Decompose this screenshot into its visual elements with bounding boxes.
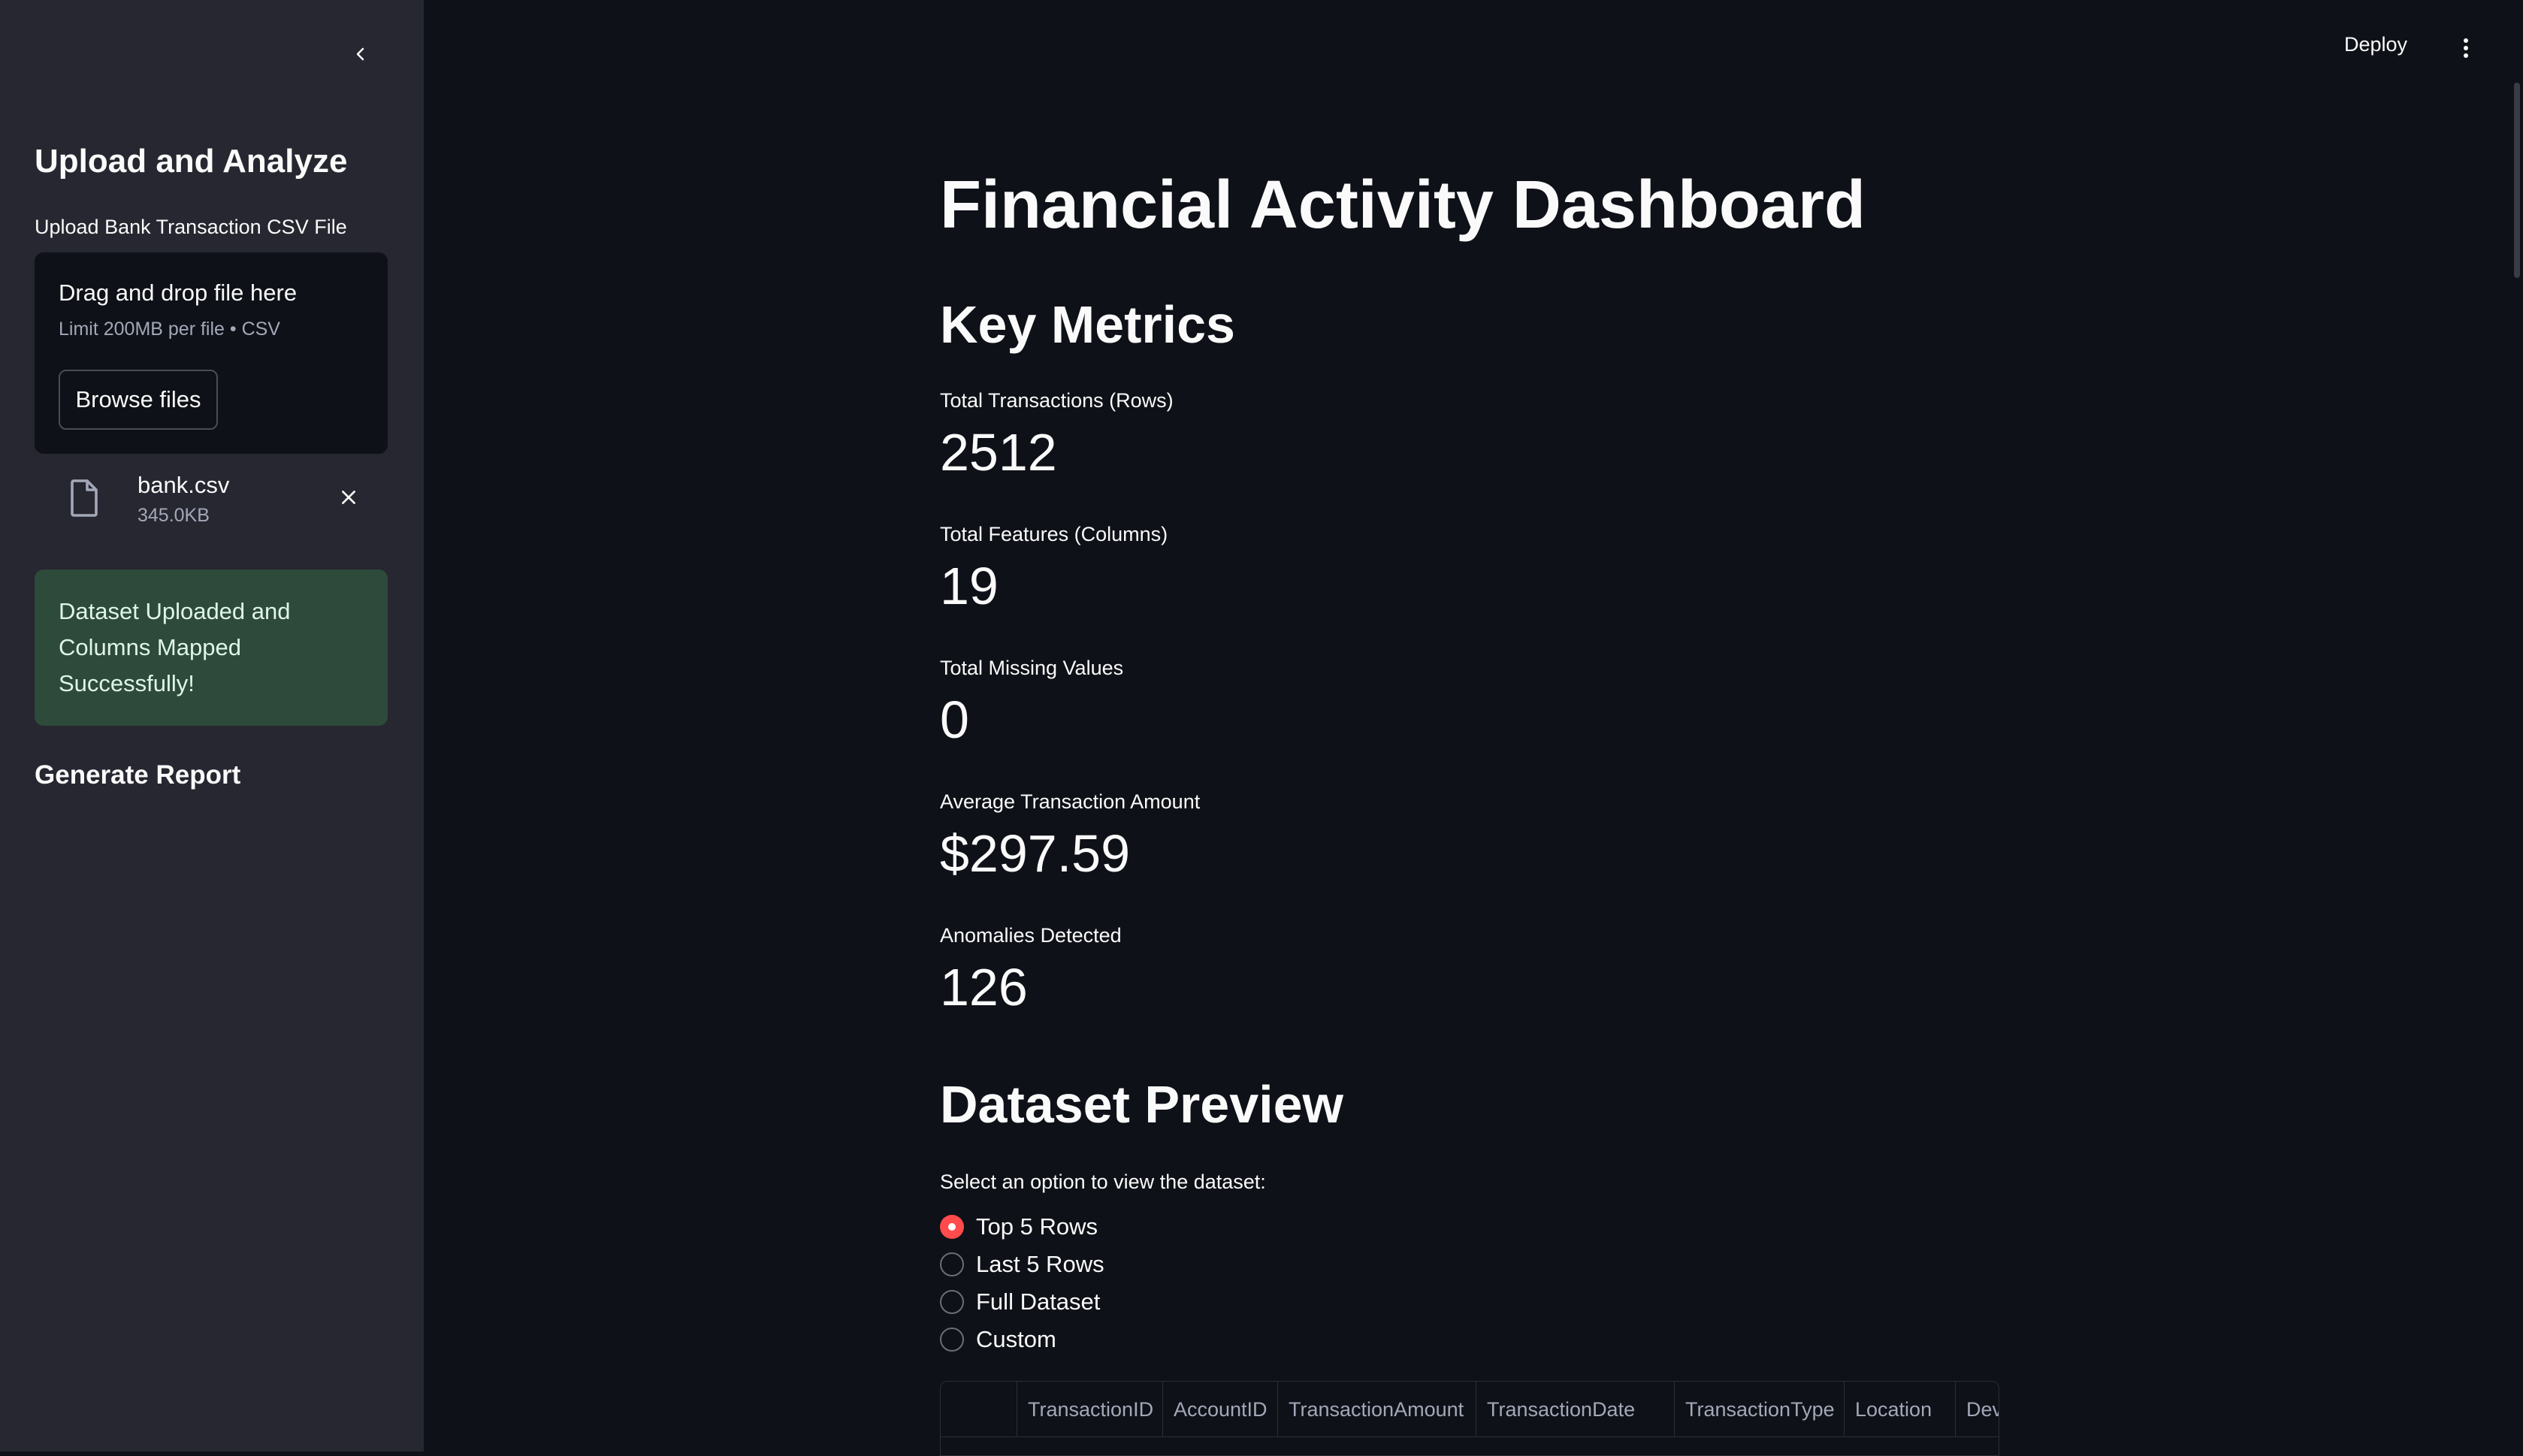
generate-report-heading: Generate Report (35, 760, 241, 790)
radio-top-5-rows[interactable]: Top 5 Rows (940, 1212, 1098, 1242)
radio-prompt: Select an option to view the dataset: (940, 1171, 1266, 1193)
success-alert: Dataset Uploaded and Columns Mapped Succ… (35, 569, 388, 726)
sidebar: Upload and Analyze Upload Bank Transacti… (0, 0, 424, 1451)
column-header-transactiondate[interactable]: TransactionDate (1476, 1382, 1675, 1437)
more-vertical-icon[interactable] (2451, 33, 2481, 63)
column-header-index[interactable] (941, 1382, 1017, 1437)
dataset-table[interactable]: TransactionID AccountID TransactionAmoun… (940, 1381, 1999, 1456)
metric-label-anomalies: Anomalies Detected (940, 924, 1122, 947)
radio-label: Top 5 Rows (976, 1213, 1098, 1240)
column-header-transactionid[interactable]: TransactionID (1017, 1382, 1163, 1437)
key-metrics-heading: Key Metrics (940, 295, 1235, 354)
column-header-transactionamount[interactable]: TransactionAmount (1278, 1382, 1476, 1437)
radio-label: Custom (976, 1326, 1056, 1352)
chevron-left-icon[interactable] (346, 39, 376, 69)
metric-label-average-amount: Average Transaction Amount (940, 790, 1201, 813)
file-name: bank.csv (137, 472, 230, 498)
metric-value-anomalies: 126 (940, 958, 1028, 1016)
table-header-row: TransactionID AccountID TransactionAmoun… (941, 1382, 1999, 1437)
close-icon[interactable] (334, 482, 364, 512)
upload-label: Upload Bank Transaction CSV File (35, 216, 347, 238)
radio-full-dataset[interactable]: Full Dataset (940, 1287, 1100, 1317)
radio-custom[interactable]: Custom (940, 1325, 1056, 1355)
page-title: Financial Activity Dashboard (940, 168, 1866, 243)
sidebar-title: Upload and Analyze (35, 143, 348, 180)
dropzone-limit-text: Limit 200MB per file • CSV (59, 319, 280, 340)
column-header-location[interactable]: Location (1845, 1382, 1956, 1437)
column-header-transactiontype[interactable]: TransactionType (1675, 1382, 1845, 1437)
deploy-button[interactable]: Deploy (2344, 33, 2407, 56)
success-message: Dataset Uploaded and Columns Mapped Succ… (59, 598, 291, 696)
radio-button[interactable] (940, 1290, 964, 1314)
metric-label-missing-values: Total Missing Values (940, 657, 1124, 679)
dataset-preview-heading: Dataset Preview (940, 1075, 1343, 1134)
radio-button-checked[interactable] (940, 1215, 964, 1239)
metric-label-total-transactions: Total Transactions (Rows) (940, 389, 1174, 412)
radio-label: Full Dataset (976, 1288, 1101, 1315)
metric-label-total-features: Total Features (Columns) (940, 523, 1168, 545)
file-icon (66, 478, 102, 518)
radio-button[interactable] (940, 1328, 964, 1352)
metric-value-average-amount: $297.59 (940, 824, 1131, 883)
column-header-accountid[interactable]: AccountID (1163, 1382, 1278, 1437)
uploaded-file-row: bank.csv 345.0KB (35, 466, 388, 541)
column-header-device-truncated[interactable]: Dev (1956, 1382, 1999, 1437)
dropzone-title: Drag and drop file here (59, 279, 298, 306)
radio-label: Last 5 Rows (976, 1251, 1104, 1277)
scrollbar[interactable] (2514, 83, 2520, 278)
file-dropzone[interactable]: Drag and drop file here Limit 200MB per … (35, 252, 388, 454)
metric-value-total-features: 19 (940, 557, 999, 615)
radio-button[interactable] (940, 1252, 964, 1276)
file-size: 345.0KB (137, 505, 210, 526)
metric-value-total-transactions: 2512 (940, 423, 1057, 482)
browse-files-button[interactable]: Browse files (59, 370, 218, 430)
radio-last-5-rows[interactable]: Last 5 Rows (940, 1249, 1104, 1279)
metric-value-missing-values: 0 (940, 690, 969, 749)
